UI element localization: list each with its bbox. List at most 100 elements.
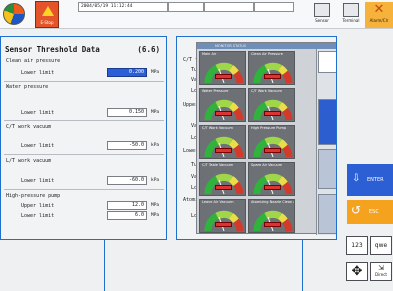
status-field-1 — [168, 2, 204, 12]
unit-label: kPa — [151, 178, 160, 183]
terminal-button[interactable]: Terminal — [337, 2, 365, 28]
gauge-readout — [215, 222, 232, 227]
pressure-gauge: Clean Air Pressure — [248, 51, 295, 85]
enter-arrow-icon: ⇩ — [352, 173, 361, 184]
pressure-gauge: Leave Air Vacuum — [199, 199, 246, 233]
threshold-value-input[interactable]: -60.0 — [107, 176, 147, 185]
direct-label: Direct — [375, 272, 387, 277]
sensor-threshold-panel: Sensor Threshold Data (6.6) Clean air pr… — [0, 36, 167, 240]
escape-button[interactable]: ↺ ESC — [347, 200, 393, 224]
threshold-header-row: Clean air pressure — [1, 57, 164, 67]
app-logo-icon — [3, 3, 25, 25]
connector-line — [302, 240, 303, 291]
unit-label: MPa — [151, 213, 160, 218]
terminal-icon — [343, 3, 359, 17]
gauge-readout — [215, 185, 232, 190]
threshold-row: Lower limit 6.0 MPa — [1, 211, 164, 221]
sensor-label: Sensor — [315, 18, 329, 23]
sensor-icon — [314, 3, 330, 17]
threshold-header-row: Water pressure — [1, 83, 164, 93]
enter-label: ENTER — [367, 177, 384, 183]
side-tab[interactable] — [318, 194, 336, 234]
pressure-gauge: C/T Table Vacuum — [199, 162, 246, 196]
terminal-label: Terminal — [342, 18, 360, 23]
threshold-row: Upper limit 12.0 MPa — [1, 201, 164, 211]
threshold-row: Lower limit -50.0 kPa — [1, 141, 164, 151]
estop-label: E-Stop — [40, 20, 54, 25]
pressure-gauge: High Pressure Pump — [248, 125, 295, 159]
pressure-gauge: C/T Work Vacuum — [248, 88, 295, 122]
side-tab[interactable] — [318, 149, 336, 189]
limit-label: Upper limit — [21, 203, 55, 209]
gauge-dial-icon — [253, 99, 293, 121]
threshold-value-input[interactable]: -50.0 — [107, 141, 147, 150]
pressure-gauge: Main Air — [199, 51, 246, 85]
gauge-readout — [264, 222, 281, 227]
sensor-name: L/T work vacuum — [6, 158, 52, 164]
sensor-name: C/T work vacuum — [6, 124, 52, 130]
enter-button[interactable]: ⇩ ENTER — [347, 164, 393, 196]
threshold-value-input[interactable]: 6.0 — [107, 211, 147, 220]
pressure-gauge: Atomizing Nozzle Clean Air Pressure — [248, 199, 295, 233]
numeric-keypad-button[interactable]: 123 — [346, 236, 368, 255]
side-tab[interactable] — [318, 99, 336, 145]
unit-label: MPa — [151, 70, 160, 75]
threshold-header-row: L/T work vacuum — [1, 157, 164, 167]
divider — [4, 81, 164, 82]
gauge-readout — [215, 111, 232, 116]
sensor-name: Clean air pressure — [6, 58, 61, 64]
unit-label: MPa — [151, 110, 160, 115]
panel-title: Sensor Threshold Data — [5, 45, 100, 54]
monitor-status-window: MONITOR STATUS Main Air Clean Air Pressur… — [196, 42, 336, 235]
gauge-dial-icon — [204, 99, 244, 121]
threshold-row: Lower limit 0.200 MPa — [1, 68, 164, 78]
threshold-value-input[interactable]: 0.150 — [107, 108, 147, 117]
divider — [4, 120, 164, 121]
cursor-arrows-icon: ✥ — [351, 264, 363, 279]
divider — [4, 154, 164, 155]
sensor-name: High-pressure pump — [6, 193, 61, 199]
page-index: (6.6) — [137, 45, 160, 54]
side-tab-strip — [316, 49, 336, 235]
threshold-value-input[interactable]: 12.0 — [107, 201, 147, 210]
gauge-dial-icon — [204, 136, 244, 158]
threshold-value-input[interactable]: 0.200 — [107, 68, 147, 77]
status-field-2 — [204, 2, 254, 12]
limit-label: Lower limit — [21, 143, 55, 149]
connector-line — [104, 240, 105, 291]
direct-icon: ⇲ — [378, 264, 384, 272]
gauge-dial-icon — [253, 173, 293, 195]
gauge-dial-icon — [253, 136, 293, 158]
gauge-readout — [264, 185, 281, 190]
alarm-icon: ✕ — [373, 2, 385, 17]
gauge-readout — [264, 74, 281, 79]
gauge-readout — [264, 148, 281, 153]
alarm-label: Alarm/Clr — [369, 18, 389, 23]
cursor-move-button[interactable]: ✥ — [346, 262, 368, 281]
side-tab[interactable] — [318, 51, 336, 73]
limit-label: Lower limit — [21, 70, 55, 76]
gauge-dial-icon — [204, 173, 244, 195]
gauge-readout — [215, 148, 232, 153]
sensor-name: Water pressure — [6, 84, 49, 90]
gauge-dial-icon — [253, 62, 293, 84]
text-keyboard-button[interactable]: qwe — [370, 236, 392, 255]
unit-label: kPa — [151, 143, 160, 148]
gauge-dial-icon — [253, 210, 293, 232]
emergency-stop-button[interactable]: E-Stop — [35, 1, 59, 28]
escape-label: ESC — [369, 209, 379, 215]
direct-button[interactable]: ⇲ Direct — [370, 262, 392, 281]
sensor-button[interactable]: Sensor — [308, 2, 336, 28]
threshold-row: Lower limit 0.150 MPa — [1, 108, 164, 118]
pressure-gauge: Water Pressure — [199, 88, 246, 122]
timestamp-field: 2004/05/19 11:12:44 — [78, 2, 168, 12]
gauge-readout — [264, 111, 281, 116]
alarm-clear-button[interactable]: ✕ Alarm/Clr — [365, 2, 393, 28]
sensor-list-panel: C/T tabl Turpo Vacuu Lower Upper ai Vacu… — [176, 36, 337, 240]
limit-label: Lower limit — [21, 110, 55, 116]
unit-label: MPa — [151, 203, 160, 208]
gauge-readout — [215, 74, 232, 79]
threshold-header-row: C/T work vacuum — [1, 123, 164, 133]
threshold-row: Lower limit -60.0 kPa — [1, 176, 164, 186]
top-bar: E-Stop 2004/05/19 11:12:44 Sensor Termin… — [0, 0, 393, 29]
